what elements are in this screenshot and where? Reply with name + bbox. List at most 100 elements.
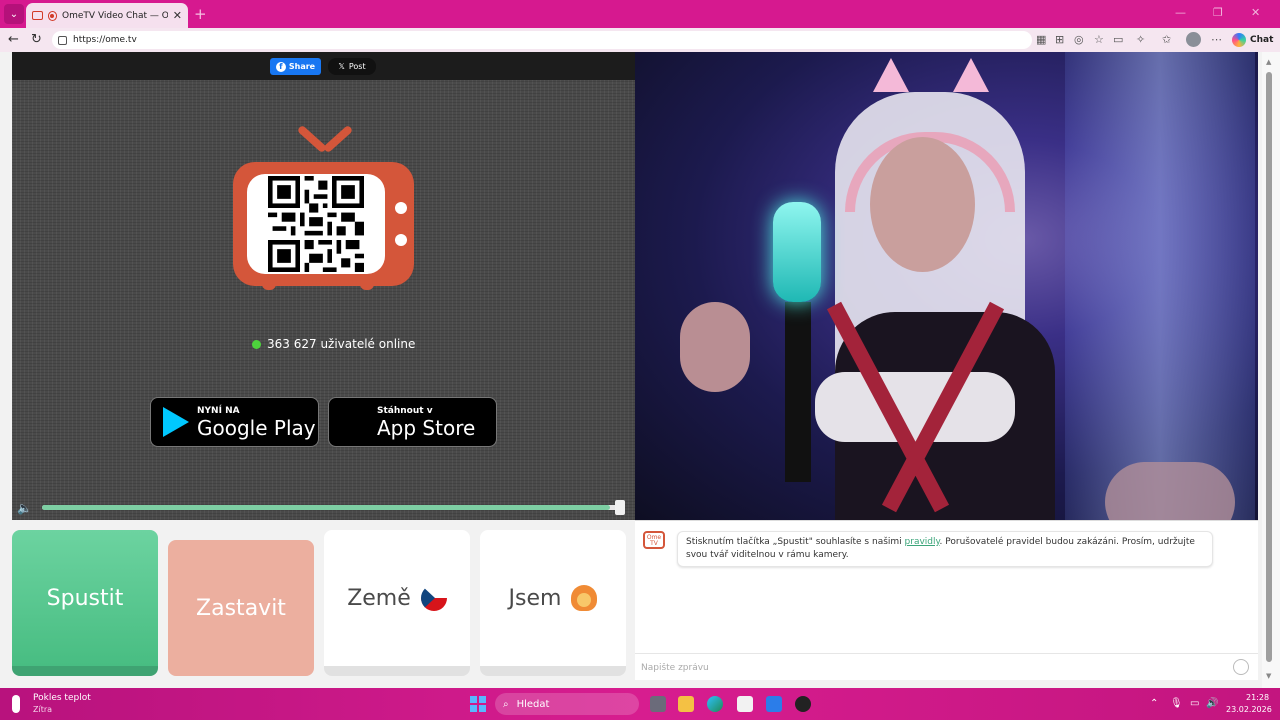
more-options-icon[interactable]: ⋯ bbox=[1211, 33, 1222, 46]
google-play-button[interactable]: NYNÍ NA Google Play bbox=[150, 397, 319, 447]
profile-avatar[interactable] bbox=[1186, 32, 1201, 47]
tab-close-icon[interactable]: ✕ bbox=[173, 9, 182, 22]
czech-flag-icon bbox=[420, 585, 447, 611]
stop-button-label: Zastavit bbox=[196, 595, 286, 621]
girl-emoji-icon bbox=[571, 585, 598, 611]
clock-date[interactable]: 23.02.2026 bbox=[1226, 705, 1272, 714]
x-icon: 𝕏 bbox=[338, 62, 345, 71]
google-play-small-text: NYNÍ NA bbox=[197, 405, 240, 416]
browser-tab-bar: ⌄ OmeTV Video Chat — Omegle ✕ + — ❐ ✕ bbox=[0, 0, 1280, 28]
video-background-curtain bbox=[1065, 52, 1255, 520]
clock-time[interactable]: 21:28 bbox=[1246, 693, 1269, 702]
app-store-button[interactable]: Stáhnout v App Store bbox=[328, 397, 497, 447]
ometv-favicon-icon bbox=[32, 11, 43, 20]
chat-message-input[interactable] bbox=[641, 660, 1221, 676]
start-button-label: Spustit bbox=[46, 585, 124, 611]
app-icon[interactable] bbox=[766, 696, 782, 712]
tv-leg-icon bbox=[262, 280, 276, 290]
recording-indicator-icon bbox=[47, 10, 58, 21]
taskbar-search-box[interactable]: ⌕ Hledat bbox=[495, 693, 639, 715]
microphone-icon[interactable]: 🎙 bbox=[1170, 698, 1183, 709]
video-microphone bbox=[773, 202, 821, 302]
favorites-icon[interactable]: ✩ bbox=[1162, 33, 1171, 46]
x-post-button[interactable]: 𝕏 Post bbox=[328, 58, 376, 75]
tray-overflow-icon[interactable]: ⌃ bbox=[1150, 698, 1158, 709]
favorite-star-icon[interactable]: ☆ bbox=[1094, 33, 1104, 46]
copilot-chat-label: Chat bbox=[1250, 35, 1274, 45]
tv-antenna-right-icon bbox=[322, 124, 354, 154]
online-users-indicator: 363 627 uživatelé online bbox=[252, 337, 415, 351]
video-person-ruffle bbox=[815, 372, 1015, 442]
facebook-share-label: Share bbox=[288, 62, 316, 71]
extensions-icon[interactable]: ✧ bbox=[1136, 33, 1145, 46]
video-person-face bbox=[870, 137, 975, 272]
site-info-icon[interactable] bbox=[58, 35, 67, 45]
start-button[interactable]: Spustit bbox=[12, 530, 158, 676]
scroll-down-icon[interactable]: ▼ bbox=[1266, 672, 1271, 680]
ometv-page: f Share 𝕏 Post 363 627 uživatelé online … bbox=[0, 52, 1280, 688]
stop-button[interactable]: Zastavit bbox=[168, 540, 314, 676]
maximize-icon[interactable]: ❐ bbox=[1213, 6, 1223, 19]
tab-title: OmeTV Video Chat — Omegle bbox=[62, 10, 168, 21]
store-icon[interactable] bbox=[737, 696, 753, 712]
tab-actions-menu-button[interactable]: ⌄ bbox=[4, 4, 24, 24]
partner-video-area: f Share 𝕏 Post 363 627 uživatelé online … bbox=[12, 52, 635, 520]
url-field[interactable]: https://ome.tv bbox=[52, 31, 1032, 49]
refresh-icon[interactable]: ↻ bbox=[31, 32, 42, 47]
browser-address-bar: ← ↻ https://ome.tv ▦ ⊞ ◎ ☆ ▭ ✧ ✩ ⋯ Chat bbox=[0, 28, 1280, 52]
system-message-bubble: Stisknutím tlačítka „Spustit" souhlasíte… bbox=[677, 531, 1213, 567]
facebook-icon: f bbox=[275, 61, 286, 72]
volume-icon[interactable]: 🔊 bbox=[1206, 698, 1218, 709]
network-icon[interactable]: ▭ bbox=[1190, 698, 1199, 709]
browser-tab-active[interactable]: OmeTV Video Chat — Omegle ✕ bbox=[26, 3, 188, 28]
thermometer-icon[interactable] bbox=[12, 695, 20, 713]
new-tab-icon[interactable]: + bbox=[194, 5, 207, 23]
translate-icon[interactable]: ⊞ bbox=[1055, 33, 1064, 46]
back-arrow-icon[interactable]: ← bbox=[8, 32, 19, 47]
file-explorer-icon[interactable] bbox=[678, 696, 694, 712]
video-person-hand bbox=[1105, 462, 1235, 520]
scrollbar-thumb[interactable] bbox=[1266, 72, 1272, 662]
window-close-icon[interactable]: ✕ bbox=[1251, 6, 1260, 19]
app-store-big-text: App Store bbox=[377, 415, 476, 440]
rules-link[interactable]: pravidly bbox=[905, 537, 940, 547]
share-band bbox=[12, 52, 635, 80]
chat-input-row bbox=[635, 653, 1258, 681]
taskbar-search-placeholder: Hledat bbox=[516, 698, 550, 710]
online-status-dot-icon bbox=[252, 339, 261, 349]
video-person-hand bbox=[680, 302, 750, 392]
weather-title[interactable]: Pokles teplot bbox=[33, 693, 91, 703]
own-camera-video bbox=[635, 52, 1258, 520]
obs-icon[interactable] bbox=[795, 696, 811, 712]
gender-button-label: Jsem bbox=[508, 585, 562, 611]
copilot-icon bbox=[1232, 33, 1246, 47]
volume-slider-track[interactable] bbox=[42, 505, 622, 510]
cat-ear-right bbox=[953, 58, 989, 92]
google-play-big-text: Google Play bbox=[197, 415, 316, 440]
country-select-button[interactable]: Země bbox=[324, 530, 470, 676]
gender-select-button[interactable]: Jsem bbox=[480, 530, 626, 676]
facebook-share-button[interactable]: f Share bbox=[270, 58, 321, 75]
tracking-icon[interactable]: ◎ bbox=[1074, 33, 1084, 46]
minimize-icon[interactable]: — bbox=[1175, 6, 1186, 19]
windows-start-icon[interactable] bbox=[470, 696, 486, 712]
edge-browser-icon[interactable] bbox=[707, 696, 723, 712]
x-post-label: Post bbox=[348, 62, 366, 71]
country-button-label: Země bbox=[347, 585, 411, 611]
qr-code-icon bbox=[268, 176, 364, 272]
app-available-icon[interactable]: ▦ bbox=[1036, 33, 1046, 46]
apple-icon bbox=[341, 407, 369, 437]
speaker-icon[interactable]: 🔈 bbox=[17, 501, 35, 515]
search-icon: ⌕ bbox=[503, 698, 509, 710]
cat-ear-left bbox=[873, 58, 909, 92]
scroll-up-icon[interactable]: ▲ bbox=[1266, 58, 1271, 66]
copilot-chat-button[interactable]: Chat bbox=[1232, 31, 1273, 49]
emoji-picker-icon[interactable] bbox=[1233, 659, 1249, 675]
volume-slider-fill bbox=[42, 505, 611, 510]
task-view-icon[interactable] bbox=[650, 696, 666, 712]
split-screen-icon[interactable]: ▭ bbox=[1113, 33, 1123, 46]
qr-code-screen bbox=[247, 174, 385, 274]
url-text: https://ome.tv bbox=[73, 35, 137, 45]
volume-slider-thumb[interactable] bbox=[615, 500, 625, 515]
online-users-text: 363 627 uživatelé online bbox=[267, 337, 416, 351]
